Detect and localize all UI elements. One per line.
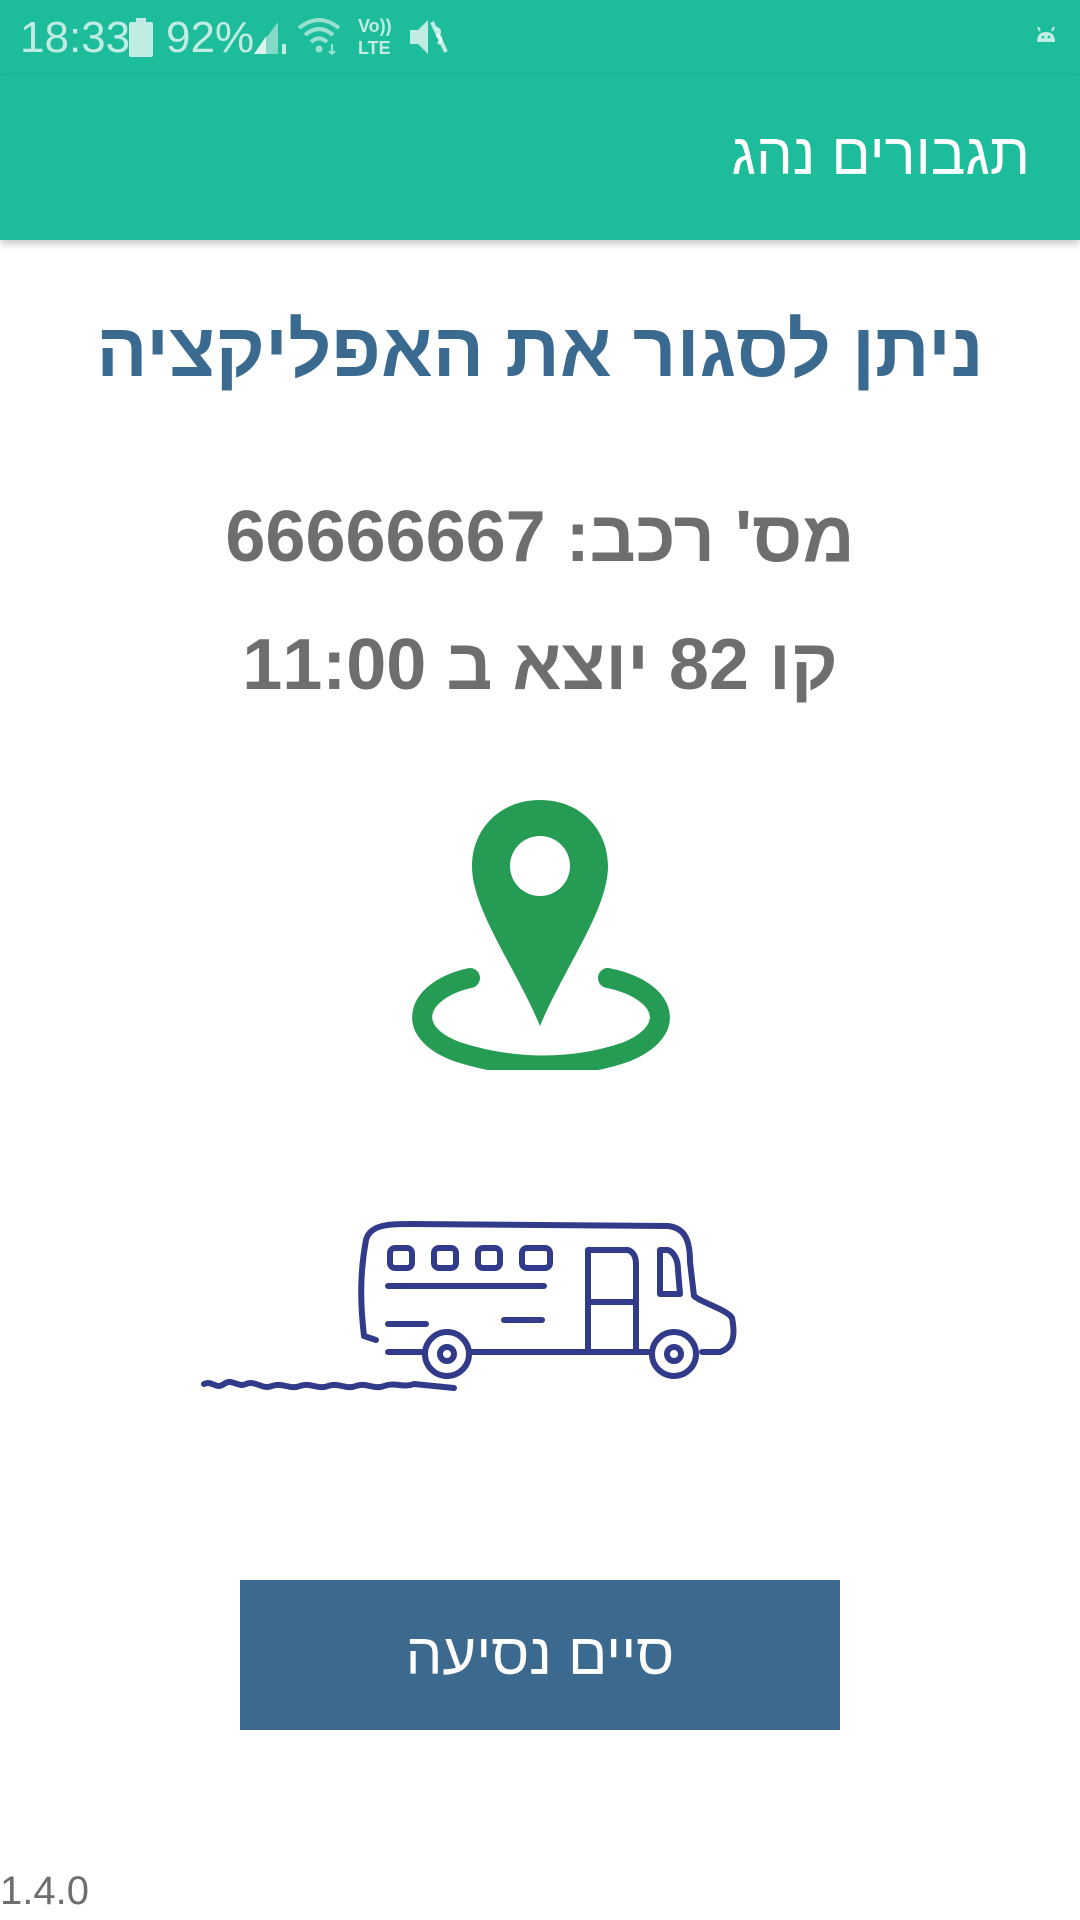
- signal-icon: [254, 22, 286, 54]
- volte-text-bottom: LTE: [358, 38, 391, 58]
- wifi-icon: [297, 18, 341, 56]
- location-pin-icon: [412, 800, 670, 1070]
- app-version: 1.4.0: [0, 1869, 89, 1913]
- app-bar: תגבורים נהג: [0, 76, 1080, 240]
- volte-text-top: Vo)): [358, 16, 392, 36]
- app-title: תגבורים נהג: [731, 122, 1030, 187]
- battery-icon: [129, 18, 153, 57]
- mute-icon: [410, 20, 448, 54]
- end-trip-button[interactable]: סיים נסיעה: [240, 1580, 840, 1730]
- volte-icon: Vo)) LTE: [358, 16, 392, 58]
- route-departure: קו 82 יוצא ב 11:00: [242, 625, 838, 705]
- status-time: 18:33: [20, 13, 131, 62]
- battery-percent: 92%: [166, 13, 255, 62]
- vehicle-number: מס' רכב: 66666667: [225, 497, 855, 577]
- status-bar: 18:33 92% Vo)) LTE: [0, 0, 1080, 76]
- bus-icon: [201, 1221, 737, 1391]
- screen: 18:33 92% Vo)) LTE תגבורים נהג ניתן לסגו…: [0, 0, 1080, 1920]
- close-app-message: ניתן לסגור את האפליקציה: [96, 308, 984, 393]
- android-icon: [1037, 26, 1055, 42]
